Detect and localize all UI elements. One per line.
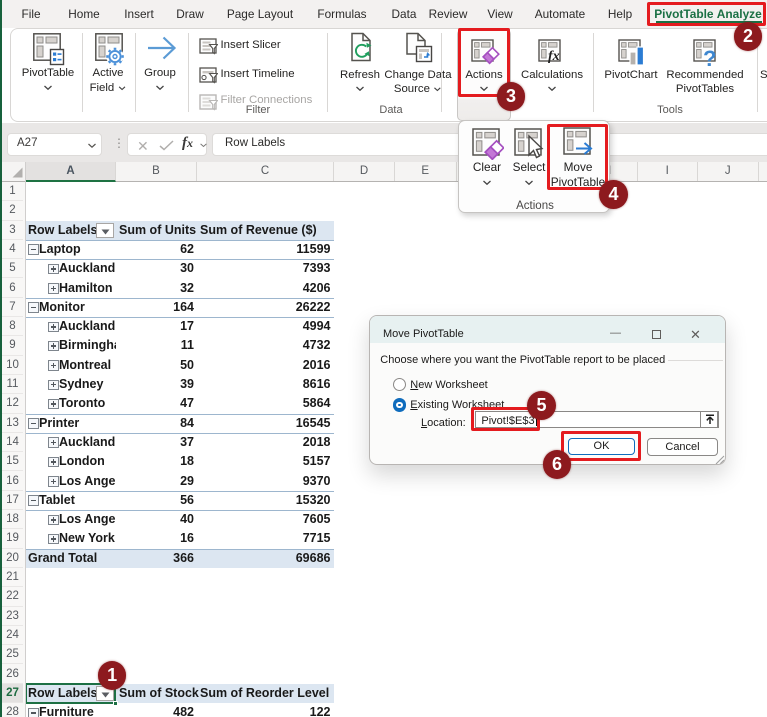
svg-text:?: ? <box>703 46 716 71</box>
svg-text:fx: fx <box>548 49 560 64</box>
